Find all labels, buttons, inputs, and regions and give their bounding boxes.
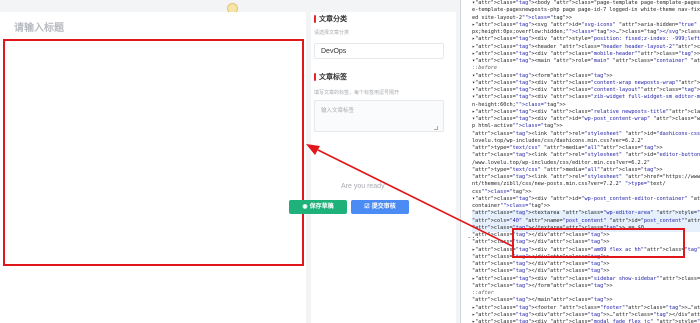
- dom-node-line[interactable]: container"">class="tag">>: [472, 203, 700, 210]
- dom-node-line[interactable]: ▾"attr">class="tag"><main "attr">role="m…: [472, 58, 700, 65]
- category-select[interactable]: DevOps: [314, 43, 444, 59]
- dom-node-line[interactable]: ▾"attr">class="tag"><div "attr">id="wp-p…: [472, 196, 700, 203]
- dom-node-line[interactable]: ▸"attr">class="tag"><footer "attr">class…: [472, 305, 700, 312]
- annotation-highlight-editor: [3, 39, 304, 266]
- dom-node-line[interactable]: ▾"attr">class="tag"><div "attr">class="c…: [472, 87, 700, 94]
- dom-node-line[interactable]: p html-active"">class="tag">>: [472, 123, 700, 130]
- tags-input[interactable]: 输入文章标签: [314, 100, 444, 132]
- dom-node-line[interactable]: ▸"attr">class="tag"><header "attr">class…: [472, 44, 700, 51]
- submit-review-label: 提交审核: [371, 204, 396, 210]
- dom-node-line[interactable]: ▾"attr">class="tag"><body "attr">class="…: [472, 0, 700, 7]
- dom-node-line[interactable]: "attr">class="tag"><link "attr">rel="sty…: [472, 174, 700, 181]
- dom-node-line[interactable]: ▸"attr">class="tag"><div "attr">class="s…: [472, 276, 700, 283]
- status-text: Are you ready: [341, 183, 385, 190]
- dom-node-line[interactable]: ▸"attr">class="tag"><div "attr">style="p…: [472, 36, 700, 43]
- dom-node-line[interactable]: nt/themes/zibll/css/new-posts.min.css?ve…: [472, 181, 700, 188]
- dom-node-line[interactable]: "attr">class="tag"></div"attr">class="ta…: [472, 261, 700, 268]
- dom-node-line[interactable]: ::before: [472, 65, 700, 72]
- submit-review-button[interactable]: ☑ 提交审核: [351, 200, 409, 214]
- dom-node-line[interactable]: "attr">class="tag"></div"attr">class="ta…: [472, 268, 700, 275]
- dom-node-line[interactable]: lovelu.top/wp-includes/css/dashicons.min…: [472, 138, 700, 145]
- dom-node-line[interactable]: e-template-pagesnewposts-php page page-i…: [472, 7, 700, 14]
- dom-node-line[interactable]: ▸"attr">class="tag"><div "attr">class="r…: [472, 109, 700, 116]
- dom-node-line[interactable]: "attr">type="text/css" "attr">media="all…: [472, 167, 700, 174]
- save-draft-label: 保存草稿: [309, 204, 334, 210]
- dom-node-line[interactable]: px;height:0px;overflow:hidden;"">class="…: [472, 29, 700, 36]
- dom-node-line[interactable]: ::after: [472, 290, 700, 297]
- dom-node-line[interactable]: ▾"attr">class="tag"><form"attr">class="t…: [472, 73, 700, 80]
- tags-section-hint: 填写文章的标签，每个标签用逗号隔开: [314, 90, 400, 96]
- dom-node-line[interactable]: "attr">class="tag"></form"attr">class="t…: [472, 283, 700, 290]
- dom-node-line[interactable]: ▸"attr">class="tag"><div"attr">class="ta…: [472, 312, 700, 319]
- dom-node-line[interactable]: css"">class="tag">>: [472, 189, 700, 196]
- dom-node-line[interactable]: ▾"attr">class="tag"><div "attr">class="z…: [472, 94, 700, 101]
- dom-node-line[interactable]: "attr">type="text/css" "attr">media="all…: [472, 145, 700, 152]
- dom-node-line[interactable]: "attr">class="tag"><link "attr">rel="sty…: [472, 131, 700, 138]
- dom-node-line[interactable]: "attr">cols="40" "attr">name="post_conte…: [472, 217, 700, 225]
- annotation-highlight-textarea-node: [512, 228, 685, 258]
- devtools-elements-panel: ... ▾"attr">class="tag"><body "attr">cla…: [460, 0, 700, 323]
- dom-tree: ▾"attr">class="tag"><body "attr">class="…: [472, 0, 700, 323]
- dom-node-line[interactable]: n-height:60ch;"">class="tag">>: [472, 102, 700, 109]
- category-section-title: 文章分类: [314, 15, 347, 23]
- resize-grip-icon[interactable]: [434, 126, 438, 130]
- dom-node-line[interactable]: "attr">class="tag"><textarea "attr">clas…: [472, 210, 700, 218]
- tags-section-title: 文章标签: [314, 73, 347, 81]
- draft-icon: ◉: [302, 204, 308, 210]
- dom-node-line[interactable]: ▸"attr">class="tag"><div "attr">class="m…: [472, 319, 700, 323]
- post-title-input[interactable]: 请输入标题: [14, 19, 64, 34]
- dom-node-line[interactable]: ▸"attr">class="tag"><div "attr">class="m…: [472, 51, 700, 58]
- category-section-hint: 请选择文章分类: [314, 30, 350, 36]
- dom-node-line[interactable]: ▾"attr">class="tag"><div "attr">class="c…: [472, 80, 700, 87]
- dom-node-line[interactable]: ▸"attr">class="tag"><svg "attr">id="svg-…: [472, 22, 700, 29]
- dom-node-line[interactable]: /www.lovelu.top/wp-includes/css/editor.m…: [472, 160, 700, 167]
- check-icon: ☑: [364, 204, 370, 210]
- dom-node-line[interactable]: "attr">class="tag"></main"attr">class="t…: [472, 297, 700, 304]
- dom-node-line[interactable]: ed site-layout-2"">class="tag">>: [472, 15, 700, 22]
- dom-node-line[interactable]: "attr">class="tag"><link "attr">rel="sty…: [472, 152, 700, 159]
- dom-node-line[interactable]: ▾"attr">class="tag"><div "attr">id="wp-p…: [472, 116, 700, 123]
- save-draft-button[interactable]: ◉ 保存草稿: [289, 200, 347, 214]
